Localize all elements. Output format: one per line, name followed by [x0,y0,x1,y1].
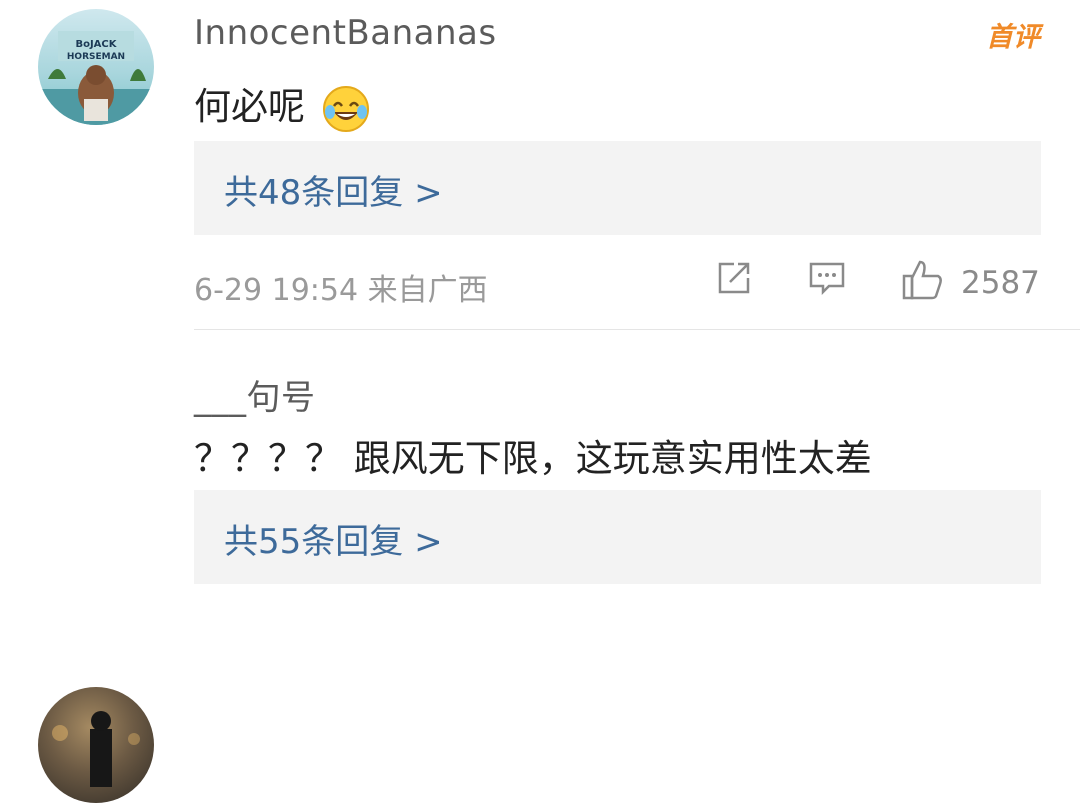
view-replies-link[interactable]: 共55条回复 > [224,514,443,563]
comment-body: 何必呢 [194,85,305,128]
avatar-image: BoJACK HORSEMAN [38,31,154,125]
svg-text:BoJACK: BoJACK [75,39,117,50]
first-comment-badge: 首评 [986,22,1040,53]
laughing-crying-emoji-icon [322,85,369,132]
svg-text:HORSEMAN: HORSEMAN [67,52,125,62]
view-replies-link[interactable]: 共48条回复 > [224,165,443,214]
comment-item: BoJACK HORSEMAN InnocentBananas 首评 何必呢 共… [0,0,1080,330]
comment-meta: 6-29 19:54 来自广西 [194,273,488,308]
username[interactable]: InnocentBananas [194,13,497,53]
comment-item: ___句号 ？？？？ 跟风无下限，这玩意实用性太差 共55条回复 > [0,330,1080,803]
comment-button[interactable] [807,258,847,302]
avatar[interactable]: BoJACK HORSEMAN [38,9,154,125]
share-button[interactable] [714,258,754,302]
thumbs-up-icon [902,260,942,300]
avatar[interactable] [38,687,154,803]
replies-panel[interactable]: 共48条回复 > [194,141,1041,235]
like-count: 2587 [961,265,1040,301]
comment-icon [809,262,845,296]
like-button[interactable] [900,258,944,306]
replies-panel[interactable]: 共55条回复 > [194,490,1041,584]
avatar-image [52,711,140,787]
username[interactable]: ___句号 [194,370,316,419]
comment-text: ？？？？ 跟风无下限，这玩意实用性太差 [194,437,872,480]
comment-text: 何必呢 [194,76,371,134]
share-icon [718,262,750,294]
